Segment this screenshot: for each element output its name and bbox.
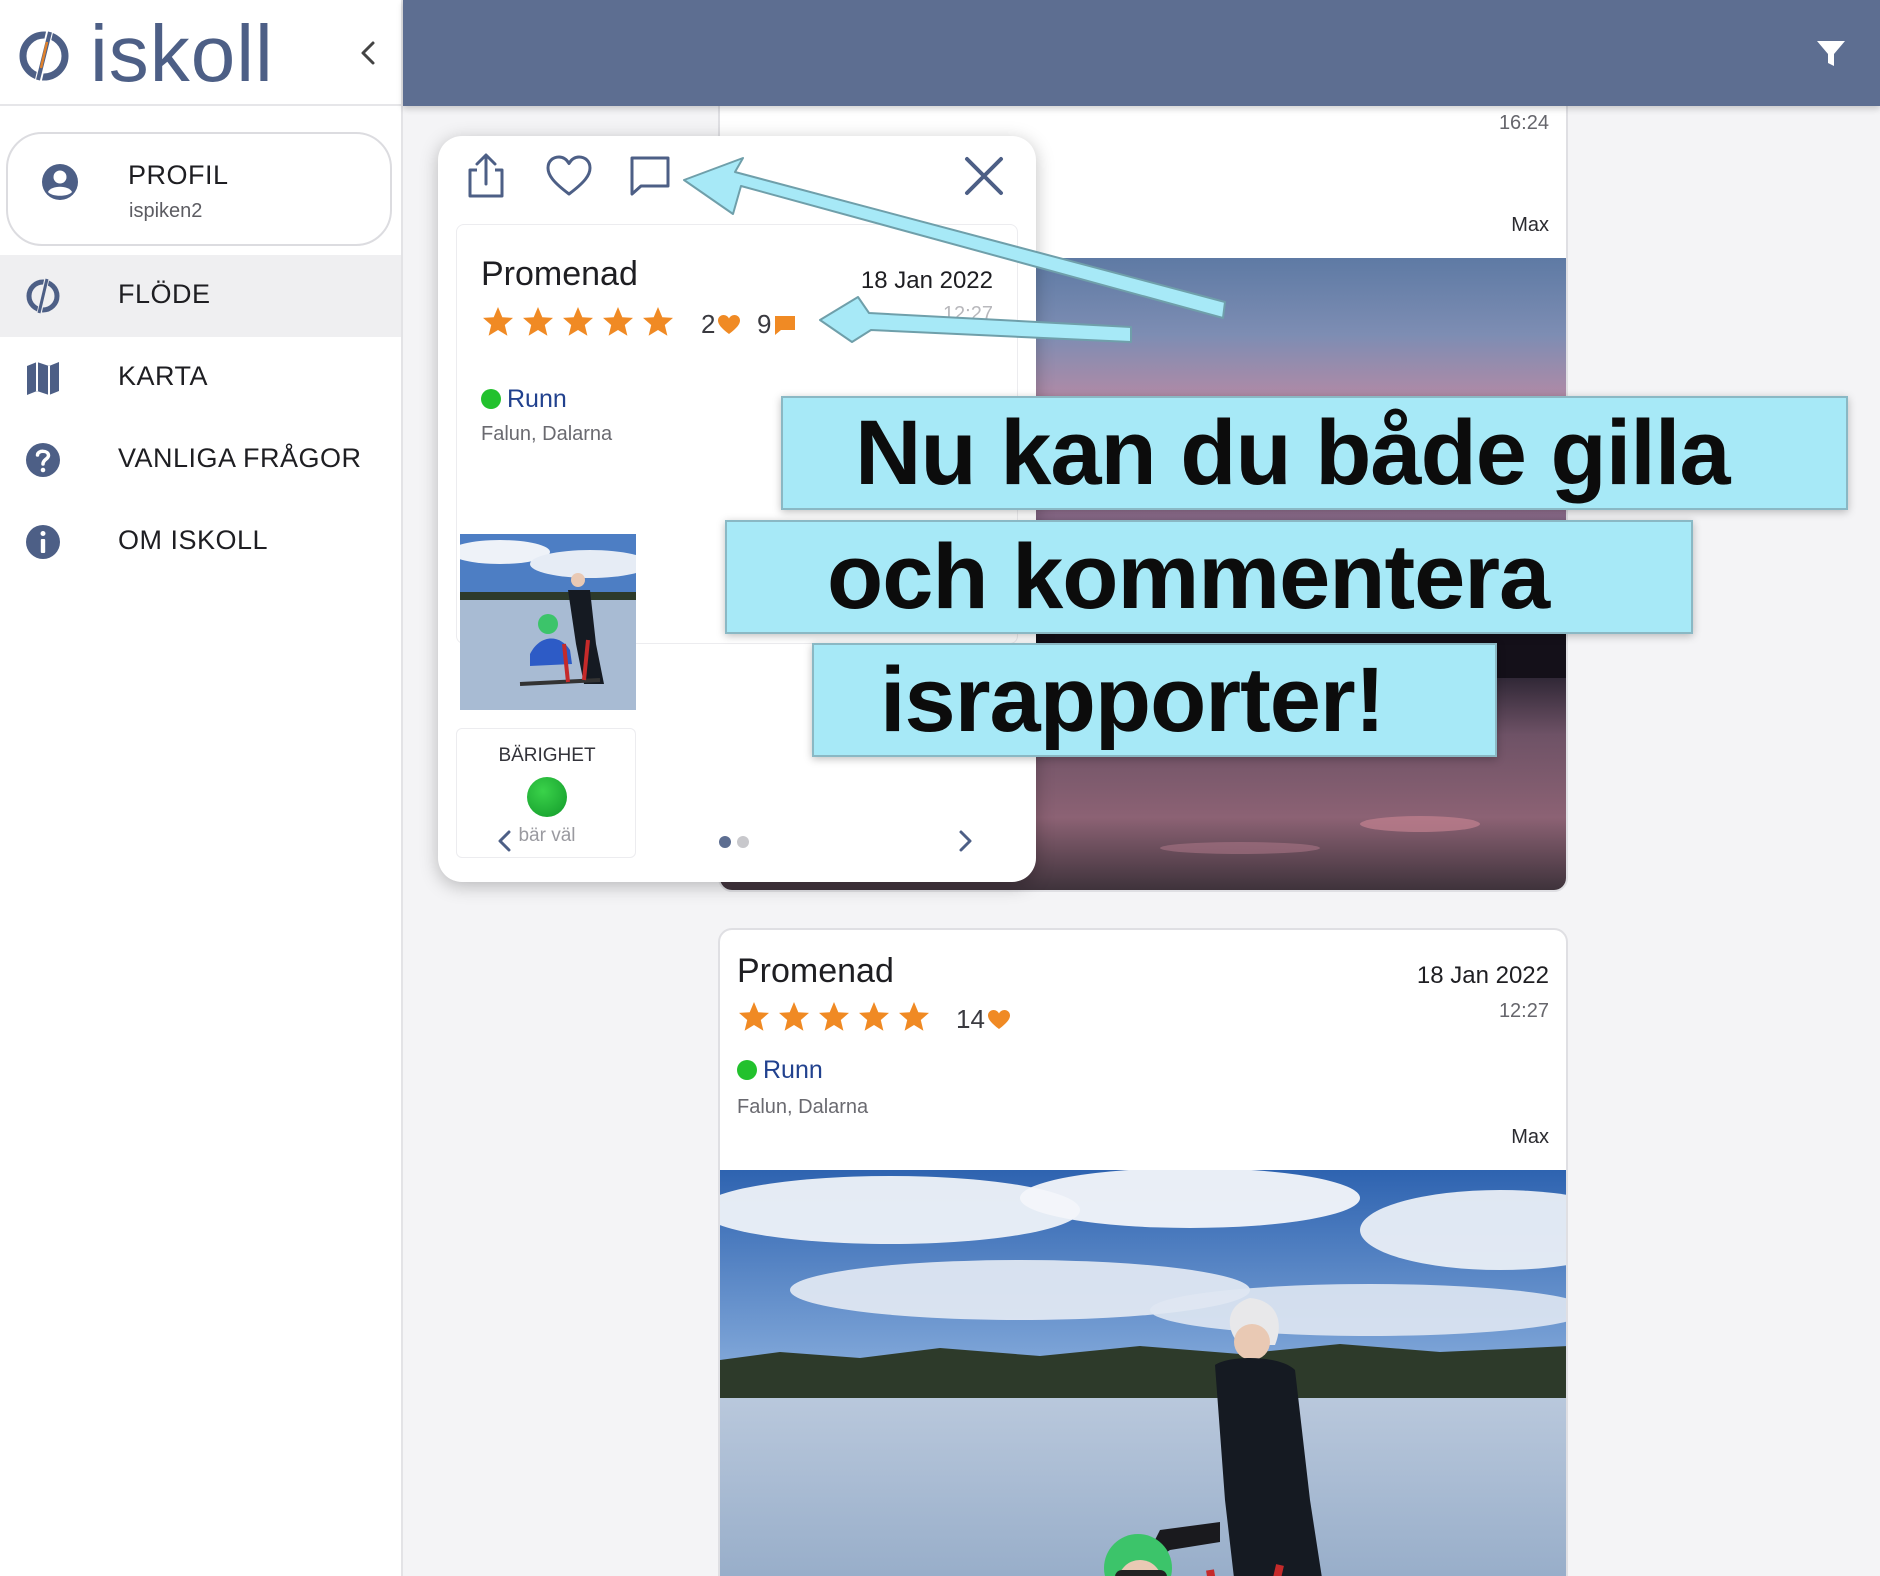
collapse-sidebar-button[interactable] bbox=[352, 36, 386, 70]
status-dot bbox=[737, 1060, 757, 1080]
iskoll-logo-icon bbox=[19, 29, 69, 83]
report-photo-ice[interactable] bbox=[720, 1170, 1568, 1576]
sidebar-item-flode[interactable]: FLÖDE bbox=[0, 255, 401, 337]
close-icon[interactable] bbox=[958, 150, 1010, 202]
top-bar bbox=[403, 0, 1880, 106]
chevron-right-icon[interactable] bbox=[950, 826, 980, 856]
heart-filled-icon bbox=[718, 314, 741, 334]
star-icon bbox=[483, 307, 513, 336]
report-date: 18 Jan 2022 bbox=[1416, 962, 1549, 989]
sidebar-item-vanliga-fragor[interactable]: VANLIGA FRÅGOR bbox=[0, 419, 401, 501]
star-icon bbox=[859, 1002, 889, 1031]
sidebar-item-label: VANLIGA FRÅGOR bbox=[118, 443, 362, 473]
location-name-text: Runn bbox=[763, 1056, 823, 1084]
chevron-left-icon[interactable] bbox=[490, 826, 520, 856]
like-count[interactable]: 2 bbox=[701, 309, 741, 340]
location-region: Falun, Dalarna bbox=[481, 423, 613, 445]
profile-label: PROFIL bbox=[128, 160, 229, 190]
star-icon bbox=[563, 307, 593, 336]
bearing-title: BÄRIGHET bbox=[498, 745, 596, 766]
star-icon bbox=[819, 1002, 849, 1031]
bearing-value: bär väl bbox=[518, 825, 576, 846]
callout-line-3: israpporter! bbox=[812, 643, 1497, 757]
bearing-box: BÄRIGHET bär väl bbox=[456, 728, 636, 858]
feed-card[interactable]: Promenad 18 Jan 2022 12:27 14 Runn Falun… bbox=[718, 928, 1568, 1576]
filter-icon[interactable] bbox=[1814, 36, 1848, 70]
iskoll-feed-icon bbox=[26, 277, 60, 315]
star-icon bbox=[739, 1002, 769, 1031]
user-circle-icon bbox=[42, 164, 78, 200]
location-name[interactable]: Runn bbox=[737, 1056, 823, 1085]
logo-text: iskoll bbox=[90, 9, 274, 98]
rating-stars bbox=[737, 1000, 931, 1034]
pager-dots bbox=[719, 836, 749, 848]
like-count-value: 2 bbox=[701, 309, 716, 339]
comment-count[interactable]: 9 bbox=[757, 309, 797, 340]
sidebar: iskoll PROFIL ispiken2 FLÖDE KARTA VANLI… bbox=[0, 0, 403, 1576]
logo-bar: iskoll bbox=[0, 0, 401, 106]
like-count-value: 14 bbox=[956, 1004, 985, 1034]
rating-stars bbox=[481, 305, 675, 339]
map-icon bbox=[27, 362, 59, 395]
report-author: Max bbox=[1511, 1126, 1549, 1148]
sidebar-item-karta[interactable]: KARTA bbox=[0, 337, 401, 419]
status-dot bbox=[481, 389, 501, 409]
comment-count-value: 9 bbox=[757, 309, 772, 339]
star-icon bbox=[523, 307, 553, 336]
heart-filled-icon bbox=[987, 1009, 1010, 1029]
star-icon bbox=[603, 307, 633, 336]
report-title: Promenad bbox=[481, 255, 638, 293]
bearing-indicator bbox=[527, 777, 567, 817]
pager-dot[interactable] bbox=[719, 836, 731, 848]
question-circle-icon bbox=[26, 443, 60, 477]
sidebar-item-label: FLÖDE bbox=[118, 279, 211, 309]
pager-dot[interactable] bbox=[737, 836, 749, 848]
sidebar-item-label: OM ISKOLL bbox=[118, 525, 269, 555]
sidebar-item-label: KARTA bbox=[118, 361, 209, 391]
star-icon bbox=[643, 307, 673, 336]
heart-icon[interactable] bbox=[543, 150, 595, 202]
profile-card[interactable]: PROFIL ispiken2 bbox=[6, 132, 392, 246]
star-icon bbox=[779, 1002, 809, 1031]
info-circle-icon bbox=[26, 525, 60, 559]
callout-line-2: och kommentera bbox=[725, 520, 1693, 634]
location-name[interactable]: Runn bbox=[481, 385, 567, 414]
comment-filled-icon bbox=[775, 315, 796, 335]
share-icon[interactable] bbox=[460, 150, 512, 202]
report-title: Promenad bbox=[737, 952, 894, 990]
report-author: Max bbox=[1511, 214, 1549, 236]
report-time: 16:24 bbox=[1498, 112, 1549, 134]
like-count[interactable]: 14 bbox=[956, 1004, 1011, 1035]
location-name-text: Runn bbox=[507, 385, 567, 413]
star-icon bbox=[899, 1002, 929, 1031]
report-date: 18 Jan 2022 bbox=[860, 267, 993, 294]
comment-icon[interactable] bbox=[624, 150, 676, 202]
report-time: 12:27 bbox=[942, 303, 993, 325]
report-time: 12:27 bbox=[1498, 1000, 1549, 1022]
callout-line-1: Nu kan du både gilla bbox=[781, 396, 1848, 510]
report-thumbnail[interactable] bbox=[460, 534, 636, 710]
location-region: Falun, Dalarna bbox=[737, 1096, 869, 1118]
sidebar-item-om-iskoll[interactable]: OM ISKOLL bbox=[0, 501, 401, 583]
profile-username: ispiken2 bbox=[129, 200, 203, 222]
